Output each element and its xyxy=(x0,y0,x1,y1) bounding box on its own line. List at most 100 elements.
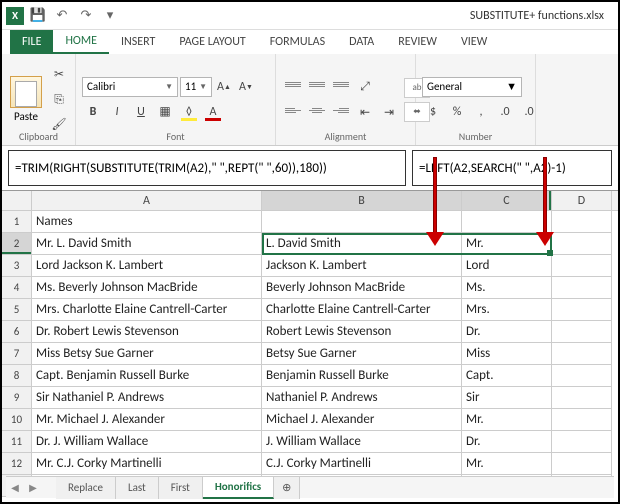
cell[interactable]: Capt. Benjamin Russell Burke xyxy=(32,365,262,387)
col-header-a[interactable]: A xyxy=(32,191,262,210)
cell[interactable]: Mr. xyxy=(462,453,552,475)
row-header[interactable]: 8 xyxy=(2,365,32,387)
copy-icon[interactable]: ⎘ xyxy=(48,89,70,111)
qat-customize-icon[interactable]: ▾ xyxy=(100,6,120,26)
redo-icon[interactable]: ↷ xyxy=(76,6,96,26)
cell[interactable] xyxy=(552,211,612,233)
cell[interactable]: Ms. xyxy=(462,277,552,299)
italic-button[interactable]: I xyxy=(106,101,128,123)
align-right-button[interactable] xyxy=(330,102,352,120)
row-header[interactable]: 12 xyxy=(2,453,32,475)
row-header[interactable]: 11 xyxy=(2,431,32,453)
row-header[interactable]: 9 xyxy=(2,387,32,409)
col-header-d[interactable]: D xyxy=(552,191,612,210)
borders-button[interactable]: ▦ xyxy=(154,101,176,123)
cell[interactable]: Lord xyxy=(462,255,552,277)
fill-color-button[interactable]: ◊ xyxy=(178,101,200,123)
col-header-c[interactable]: C xyxy=(462,191,552,210)
bold-button[interactable]: B xyxy=(82,101,104,123)
cell[interactable]: L. David Smith xyxy=(262,233,462,255)
cell[interactable]: Mr. C.J. Corky Martinelli xyxy=(32,453,262,475)
tab-review[interactable]: REVIEW xyxy=(386,30,449,54)
cell[interactable]: Jackson K. Lambert xyxy=(262,255,462,277)
undo-icon[interactable]: ↶ xyxy=(52,6,72,26)
align-bottom-button[interactable] xyxy=(330,76,352,94)
tab-page-layout[interactable]: PAGE LAYOUT xyxy=(167,30,257,54)
row-header[interactable]: 1 xyxy=(2,211,32,233)
cell[interactable] xyxy=(552,321,612,343)
cell[interactable]: Sir xyxy=(462,387,552,409)
comma-format-button[interactable]: , xyxy=(470,101,492,123)
row-header[interactable]: 6 xyxy=(2,321,32,343)
cell[interactable] xyxy=(552,431,612,453)
row-header[interactable]: 5 xyxy=(2,299,32,321)
paste-button[interactable]: Paste xyxy=(8,72,44,127)
tab-home[interactable]: HOME xyxy=(53,30,109,54)
save-icon[interactable]: 💾 xyxy=(28,6,48,26)
cell[interactable]: J. William Wallace xyxy=(262,431,462,453)
cell[interactable] xyxy=(262,211,462,233)
worksheet-grid[interactable]: A B C D 1 Names 2Mr. L. David SmithL. Da… xyxy=(2,191,618,497)
font-size-select[interactable]: 11▼ xyxy=(180,77,212,97)
cell[interactable]: Miss Betsy Sue Garner xyxy=(32,343,262,365)
cell[interactable]: Miss xyxy=(462,343,552,365)
cell[interactable]: Names xyxy=(32,211,262,233)
align-center-button[interactable] xyxy=(306,102,328,120)
sheet-nav-prev-icon[interactable]: ◀ xyxy=(6,481,24,494)
cell[interactable]: C.J. Corky Martinelli xyxy=(262,453,462,475)
cell[interactable]: Benjamin Russell Burke xyxy=(262,365,462,387)
sheet-tab[interactable]: Replace xyxy=(56,477,116,499)
tab-formulas[interactable]: FORMULAS xyxy=(258,30,337,54)
sheet-tab[interactable]: Last xyxy=(116,477,159,499)
decrease-decimal-button[interactable]: .0 xyxy=(518,101,540,123)
cell[interactable] xyxy=(552,343,612,365)
cell[interactable] xyxy=(462,211,552,233)
align-middle-button[interactable] xyxy=(306,76,328,94)
cell[interactable] xyxy=(552,277,612,299)
row-header[interactable]: 4 xyxy=(2,277,32,299)
grow-font-icon[interactable]: A▲ xyxy=(214,77,234,97)
cell[interactable] xyxy=(552,387,612,409)
percent-format-button[interactable]: % xyxy=(446,101,468,123)
cell[interactable]: Mrs. Charlotte Elaine Cantrell-Carter xyxy=(32,299,262,321)
col-header-b[interactable]: B xyxy=(262,191,462,210)
tab-data[interactable]: DATA xyxy=(337,30,386,54)
cell[interactable] xyxy=(552,453,612,475)
cell[interactable]: Michael J. Alexander xyxy=(262,409,462,431)
add-sheet-button[interactable]: ⊕ xyxy=(274,477,300,499)
cell[interactable]: Robert Lewis Stevenson xyxy=(262,321,462,343)
cell[interactable]: Beverly Johnson MacBride xyxy=(262,277,462,299)
cell[interactable]: Mr. Michael J. Alexander xyxy=(32,409,262,431)
shrink-font-icon[interactable]: A▼ xyxy=(236,77,256,97)
cell[interactable]: Mr. L. David Smith xyxy=(32,233,262,255)
cell[interactable]: Lord Jackson K. Lambert xyxy=(32,255,262,277)
cell[interactable]: Dr. Robert Lewis Stevenson xyxy=(32,321,262,343)
cell[interactable] xyxy=(552,299,612,321)
cell[interactable] xyxy=(552,233,612,255)
select-all-button[interactable] xyxy=(2,191,32,210)
increase-indent-button[interactable]: ⇥ xyxy=(378,102,400,124)
number-format-select[interactable]: General▼ xyxy=(422,77,522,97)
sheet-tab[interactable]: First xyxy=(159,477,203,499)
align-left-button[interactable] xyxy=(282,102,304,120)
cell[interactable]: Dr. xyxy=(462,431,552,453)
cell[interactable] xyxy=(552,365,612,387)
increase-decimal-button[interactable]: .0 xyxy=(494,101,516,123)
tab-view[interactable]: VIEW xyxy=(449,30,499,54)
cell[interactable]: Sir Nathaniel P. Andrews xyxy=(32,387,262,409)
underline-button[interactable]: U xyxy=(130,101,152,123)
cut-icon[interactable]: ✂ xyxy=(48,64,70,86)
cell[interactable]: Charlotte Elaine Cantrell-Carter xyxy=(262,299,462,321)
cell[interactable]: Mr. xyxy=(462,233,552,255)
cell[interactable]: Betsy Sue Garner xyxy=(262,343,462,365)
font-color-button[interactable]: A xyxy=(202,101,224,123)
decrease-indent-button[interactable]: ⇤ xyxy=(354,102,376,124)
tab-insert[interactable]: INSERT xyxy=(109,30,167,54)
cell[interactable]: Nathaniel P. Andrews xyxy=(262,387,462,409)
cell[interactable]: Mrs. xyxy=(462,299,552,321)
cell[interactable] xyxy=(552,409,612,431)
cell[interactable]: Dr. xyxy=(462,321,552,343)
tab-file[interactable]: FILE xyxy=(10,30,53,54)
cell[interactable]: Mr. xyxy=(462,409,552,431)
cell[interactable]: Ms. Beverly Johnson MacBride xyxy=(32,277,262,299)
